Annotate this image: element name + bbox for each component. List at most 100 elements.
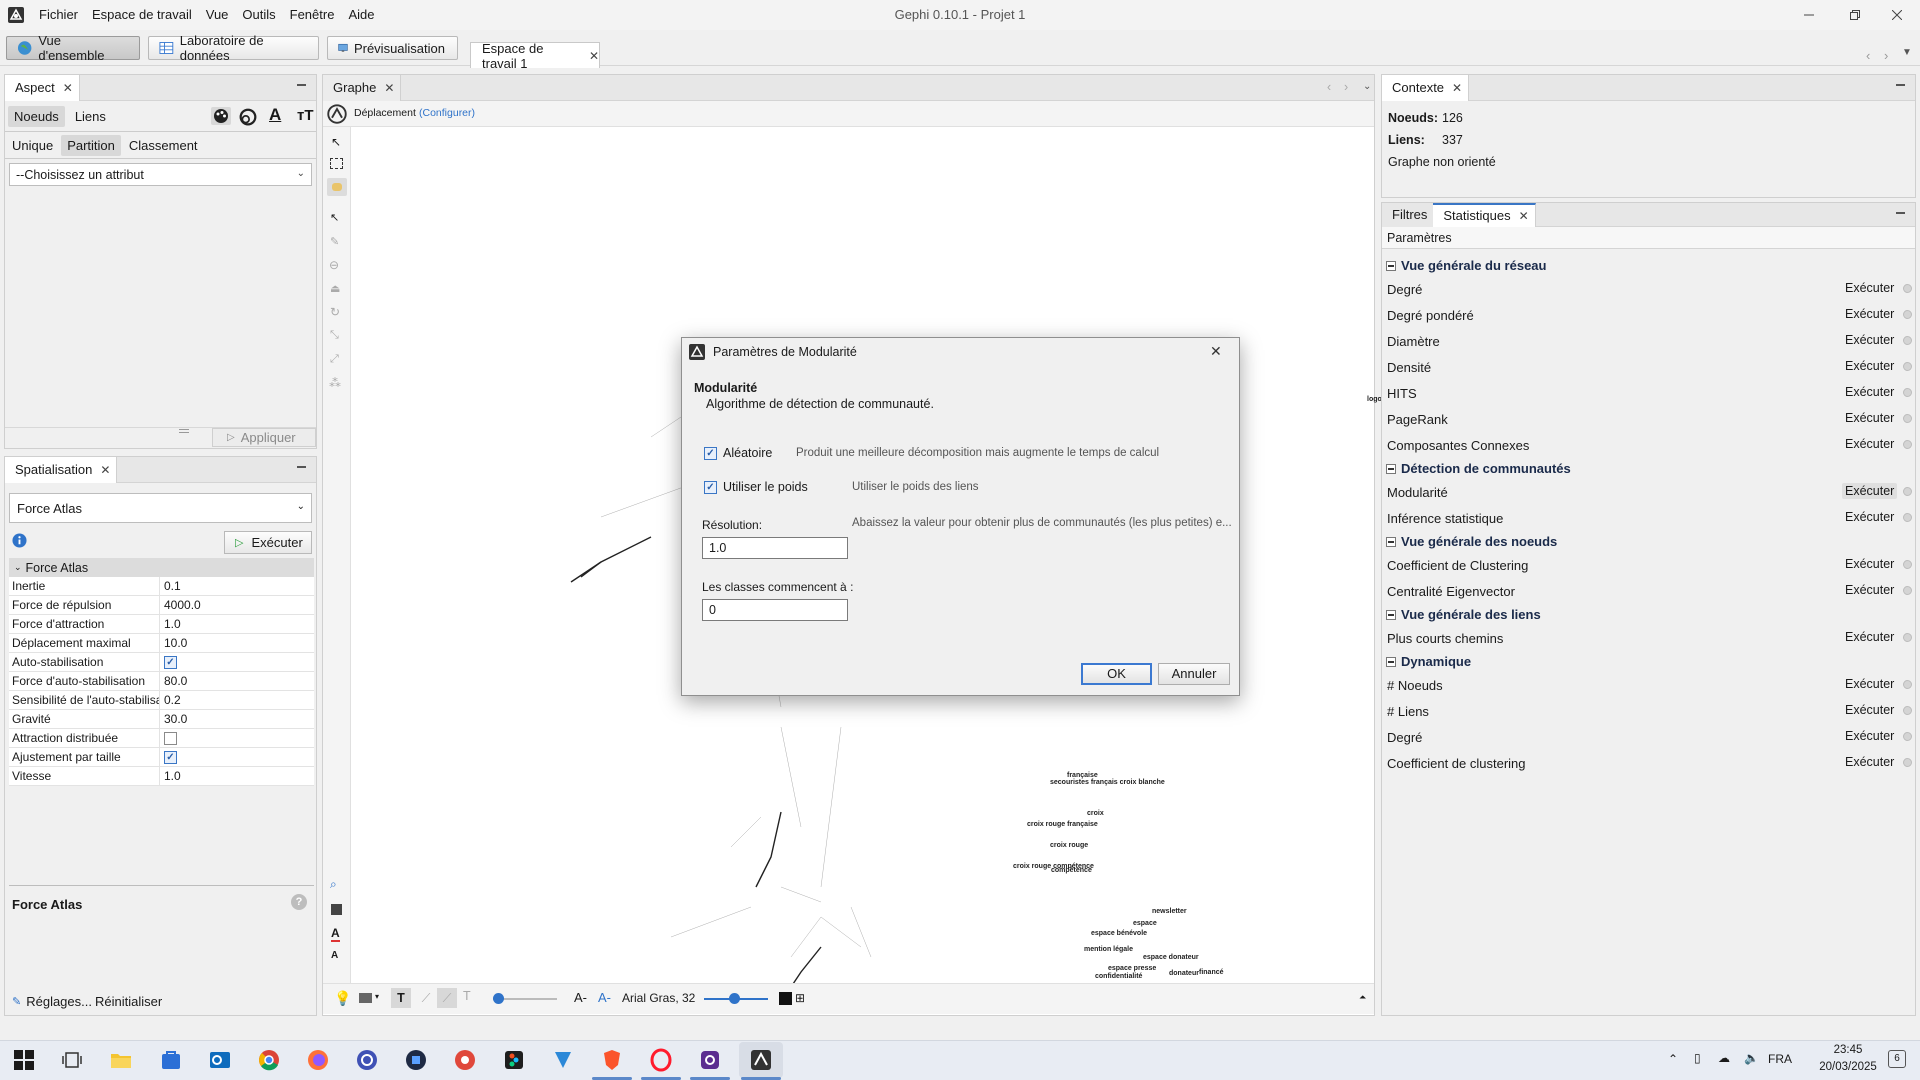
notification-badge[interactable]: 6 bbox=[1888, 1050, 1906, 1068]
data-laboratory-button[interactable]: Laboratoire de données bbox=[148, 33, 319, 63]
stat-info-icon[interactable] bbox=[1903, 513, 1912, 522]
property-value[interactable]: ✓ bbox=[160, 653, 314, 671]
edge-color-icon[interactable]: ⟋ bbox=[437, 988, 457, 1008]
stat-info-icon[interactable] bbox=[1903, 388, 1912, 397]
classes-start-input[interactable]: 0 bbox=[702, 599, 848, 621]
onedrive-icon[interactable]: ☁ bbox=[1718, 1051, 1730, 1065]
tab-graphe[interactable]: Graphe ✕ bbox=[323, 74, 402, 101]
property-value[interactable]: ✓ bbox=[160, 748, 314, 766]
font-color-icon[interactable]: A- bbox=[598, 990, 611, 1005]
property-value[interactable]: 1.0 bbox=[160, 767, 314, 785]
stats-section-header[interactable]: Détection de communautés bbox=[1382, 458, 1915, 479]
property-checkbox[interactable] bbox=[164, 732, 177, 745]
app-circle-icon[interactable] bbox=[355, 1048, 379, 1072]
stat-info-icon[interactable] bbox=[1903, 732, 1912, 741]
label-size-icon[interactable]: A bbox=[331, 950, 338, 961]
lightbulb-icon[interactable]: 💡 bbox=[334, 990, 351, 1007]
gephi-taskbar-icon[interactable] bbox=[749, 1048, 773, 1072]
minimize-layout-icon[interactable] bbox=[297, 466, 306, 468]
scroll-left-icon[interactable]: ‹ bbox=[1327, 80, 1331, 94]
brush-icon[interactable]: ✎ bbox=[330, 235, 339, 248]
graph-node-label[interactable]: espace bénévole bbox=[1091, 930, 1147, 937]
font-name-label[interactable]: Arial Gras, 32 bbox=[622, 991, 695, 1005]
menu-outils[interactable]: Outils bbox=[235, 0, 282, 30]
graph-node-label[interactable]: croix rouge bbox=[1050, 842, 1088, 849]
collapse-icon[interactable] bbox=[1386, 609, 1396, 620]
scroll-right-icon[interactable]: › bbox=[1344, 80, 1348, 94]
property-value[interactable]: 0.2 bbox=[160, 691, 314, 709]
stat-info-icon[interactable] bbox=[1903, 414, 1912, 423]
app-dark-icon[interactable] bbox=[404, 1048, 428, 1072]
stat-info-icon[interactable] bbox=[1903, 633, 1912, 642]
weight-checkbox[interactable]: ✓ bbox=[704, 480, 717, 494]
property-checkbox[interactable]: ✓ bbox=[164, 656, 177, 669]
stat-info-icon[interactable] bbox=[1903, 586, 1912, 595]
run-stat-button[interactable]: Exécuter bbox=[1842, 728, 1897, 744]
tab-partition[interactable]: Partition bbox=[61, 134, 121, 156]
menu-aide[interactable]: Aide bbox=[341, 0, 381, 30]
menu-fichier[interactable]: Fichier bbox=[32, 0, 85, 30]
run-stat-button[interactable]: Exécuter bbox=[1842, 280, 1897, 296]
firefox-icon[interactable] bbox=[306, 1048, 330, 1072]
graph-node-label[interactable]: donateur bbox=[1169, 970, 1199, 977]
graph-node-label[interactable]: espace bbox=[1133, 920, 1157, 927]
rotate-icon[interactable]: ↻ bbox=[330, 305, 340, 319]
run-stat-button[interactable]: Exécuter bbox=[1842, 332, 1897, 348]
attribute-select[interactable]: --Choisissez un attribut ⌄ bbox=[9, 163, 312, 186]
random-checkbox-row[interactable]: ✓ Aléatoire bbox=[704, 446, 772, 460]
run-stat-button[interactable]: Exécuter bbox=[1842, 556, 1897, 572]
graph-node-label[interactable]: mention légale bbox=[1084, 946, 1133, 953]
clock-date[interactable]: 20/03/2025 bbox=[1806, 1061, 1890, 1073]
overview-button[interactable]: Vue d'ensemble bbox=[6, 33, 140, 63]
graph-node-label[interactable]: compétence bbox=[1051, 867, 1092, 874]
windows-start-icon[interactable] bbox=[12, 1048, 36, 1072]
stat-info-icon[interactable] bbox=[1903, 758, 1912, 767]
minimize-aspect-icon[interactable] bbox=[297, 84, 306, 86]
minimize-button[interactable] bbox=[1786, 0, 1832, 30]
collapse-icon[interactable] bbox=[1386, 536, 1396, 547]
tab-liens[interactable]: Liens bbox=[69, 106, 112, 127]
graph-node-label[interactable]: secouristes français croix blanche bbox=[1050, 779, 1165, 786]
cancel-button[interactable]: Annuler bbox=[1158, 663, 1230, 685]
run-stat-button[interactable]: Exécuter bbox=[1842, 410, 1897, 426]
language-indicator[interactable]: FRA bbox=[1768, 1052, 1792, 1066]
center-graph-icon[interactable]: ⌕ bbox=[330, 877, 337, 892]
tray-device-icon[interactable]: ▯ bbox=[1694, 1051, 1701, 1065]
stat-info-icon[interactable] bbox=[1903, 487, 1912, 496]
outlook-icon[interactable] bbox=[208, 1048, 232, 1072]
menu-fenetre[interactable]: Fenêtre bbox=[283, 0, 342, 30]
run-stat-button[interactable]: Exécuter bbox=[1842, 676, 1897, 692]
app-purple-icon[interactable] bbox=[698, 1048, 722, 1072]
close-statistics-icon[interactable]: ✕ bbox=[1519, 209, 1529, 223]
workspace-tab[interactable]: Espace de travail 1 ✕ bbox=[470, 41, 600, 71]
run-stat-button[interactable]: Exécuter bbox=[1842, 509, 1897, 525]
drag-tool-icon[interactable] bbox=[327, 178, 347, 196]
panel-menu-icon[interactable]: ⌄ bbox=[1363, 81, 1371, 92]
chevron-down-icon[interactable]: ▾ bbox=[375, 992, 379, 1001]
clock-time[interactable]: 23:45 bbox=[1816, 1044, 1880, 1056]
tab-spatialisation[interactable]: Spatialisation ✕ bbox=[5, 456, 118, 483]
tab-scroll-left-icon[interactable]: ‹ bbox=[1866, 48, 1870, 63]
minimize-statistics-icon[interactable] bbox=[1896, 212, 1905, 214]
tab-scroll-right-icon[interactable]: › bbox=[1884, 48, 1888, 63]
tray-chevron-icon[interactable]: ⌃ bbox=[1668, 1052, 1678, 1066]
tab-statistiques[interactable]: Statistiques ✕ bbox=[1433, 202, 1536, 227]
app-red-icon[interactable] bbox=[453, 1048, 477, 1072]
property-value[interactable]: 10.0 bbox=[160, 634, 314, 652]
weight-checkbox-row[interactable]: ✓ Utiliser le poids bbox=[704, 480, 808, 494]
tab-noeuds[interactable]: Noeuds bbox=[8, 105, 65, 127]
store-icon[interactable] bbox=[159, 1048, 183, 1072]
label-text-icon[interactable]: T bbox=[463, 989, 471, 1003]
edge-size-slider-thumb[interactable] bbox=[493, 993, 504, 1004]
label-color-icon[interactable]: A bbox=[331, 926, 340, 942]
figma-icon[interactable] bbox=[502, 1048, 526, 1072]
collapse-toolbar-icon[interactable]: ⏶ bbox=[1359, 992, 1366, 1003]
graph-node-label[interactable]: newsletter bbox=[1152, 908, 1187, 915]
chrome-icon[interactable] bbox=[257, 1048, 281, 1072]
stats-section-header[interactable]: Dynamique bbox=[1382, 651, 1915, 672]
background-color-icon[interactable] bbox=[331, 904, 342, 915]
stats-section-header[interactable]: Vue générale du réseau bbox=[1382, 255, 1915, 276]
property-value[interactable]: 1.0 bbox=[160, 615, 314, 633]
task-view-icon[interactable] bbox=[60, 1048, 84, 1072]
run-stat-button[interactable]: Exécuter bbox=[1842, 358, 1897, 374]
